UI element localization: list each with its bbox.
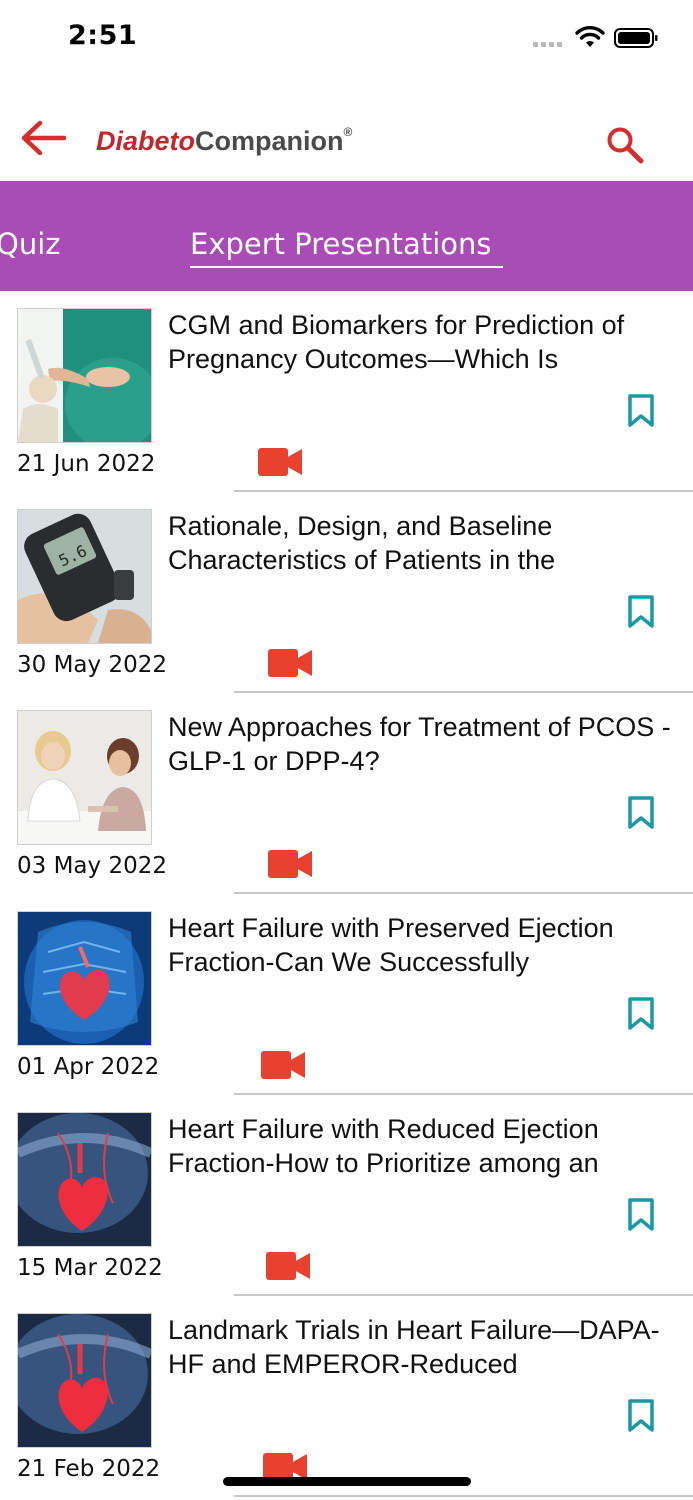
status-bar: 2:51 [0, 0, 693, 80]
presentation-list: 21 Jun 2022 CGM and Biomarkers for Predi… [0, 291, 693, 1497]
list-item[interactable]: 21 Jun 2022 CGM and Biomarkers for Predi… [0, 291, 693, 492]
logo-registered-mark: ® [343, 125, 353, 139]
presentation-title[interactable]: Rationale, Design, and Baseline Characte… [168, 509, 683, 577]
active-tab-indicator [190, 266, 503, 268]
publish-date: 21 Jun 2022 [17, 451, 156, 477]
list-divider [234, 1495, 693, 1497]
thumbnail-doctor-consultation-image [17, 710, 152, 845]
logo-part-2: Companion [195, 126, 344, 156]
presentation-title[interactable]: Landmark Trials in Heart Failure—DAPA-HF… [168, 1313, 683, 1381]
cellular-signal-icon [533, 42, 565, 48]
list-item[interactable]: 03 May 2022 New Approaches for Treatment… [0, 693, 693, 894]
search-icon[interactable] [604, 124, 646, 166]
bookmark-icon[interactable] [627, 997, 655, 1031]
bookmark-icon[interactable] [627, 796, 655, 830]
status-time: 2:51 [68, 20, 138, 51]
logo-part-1: Diabeto [96, 126, 196, 156]
app-header: DiabetoCompanion® [0, 80, 693, 181]
video-camera-icon [266, 1252, 310, 1280]
video-camera-icon [258, 448, 302, 476]
thumbnail-heart-xray-image [17, 911, 152, 1046]
tab-bar: Quiz Expert Presentations [0, 181, 693, 291]
presentation-title[interactable]: CGM and Biomarkers for Prediction of Pre… [168, 308, 683, 376]
thumbnail-heart-image [17, 1313, 152, 1448]
thumbnail-glucometer-image: 5.6 [17, 509, 152, 644]
publish-date: 01 Apr 2022 [17, 1054, 160, 1080]
publish-date: 21 Feb 2022 [17, 1456, 161, 1482]
video-camera-icon [268, 850, 312, 878]
back-arrow-icon[interactable] [18, 118, 68, 158]
app-logo: DiabetoCompanion® [96, 125, 353, 157]
bookmark-icon[interactable] [627, 595, 655, 629]
publish-date: 03 May 2022 [17, 853, 167, 879]
video-camera-icon [268, 649, 312, 677]
publish-date: 30 May 2022 [17, 652, 167, 678]
bookmark-icon[interactable] [627, 1198, 655, 1232]
publish-date: 15 Mar 2022 [17, 1255, 163, 1281]
thumbnail-pregnancy-image [17, 308, 152, 443]
list-item[interactable]: 21 Feb 2022 Landmark Trials in Heart Fai… [0, 1296, 693, 1497]
home-indicator[interactable] [223, 1477, 471, 1486]
list-item[interactable]: 15 Mar 2022 Heart Failure with Reduced E… [0, 1095, 693, 1296]
video-camera-icon [261, 1051, 305, 1079]
bookmark-icon[interactable] [627, 1399, 655, 1433]
thumbnail-heart-image [17, 1112, 152, 1247]
presentation-title[interactable]: Heart Failure with Reduced Ejection Frac… [168, 1112, 683, 1180]
tab-quiz[interactable]: Quiz [0, 227, 61, 261]
list-item[interactable]: 01 Apr 2022 Heart Failure with Preserved… [0, 894, 693, 1095]
presentation-title[interactable]: Heart Failure with Preserved Ejection Fr… [168, 911, 683, 979]
battery-icon [614, 28, 658, 48]
bookmark-icon[interactable] [627, 394, 655, 428]
list-item[interactable]: 5.6 30 May 2022 Rationale, Design, and B… [0, 492, 693, 693]
wifi-icon [575, 26, 605, 47]
presentation-title[interactable]: New Approaches for Treatment of PCOS - G… [168, 710, 683, 778]
tab-expert-presentations[interactable]: Expert Presentations [190, 227, 491, 261]
